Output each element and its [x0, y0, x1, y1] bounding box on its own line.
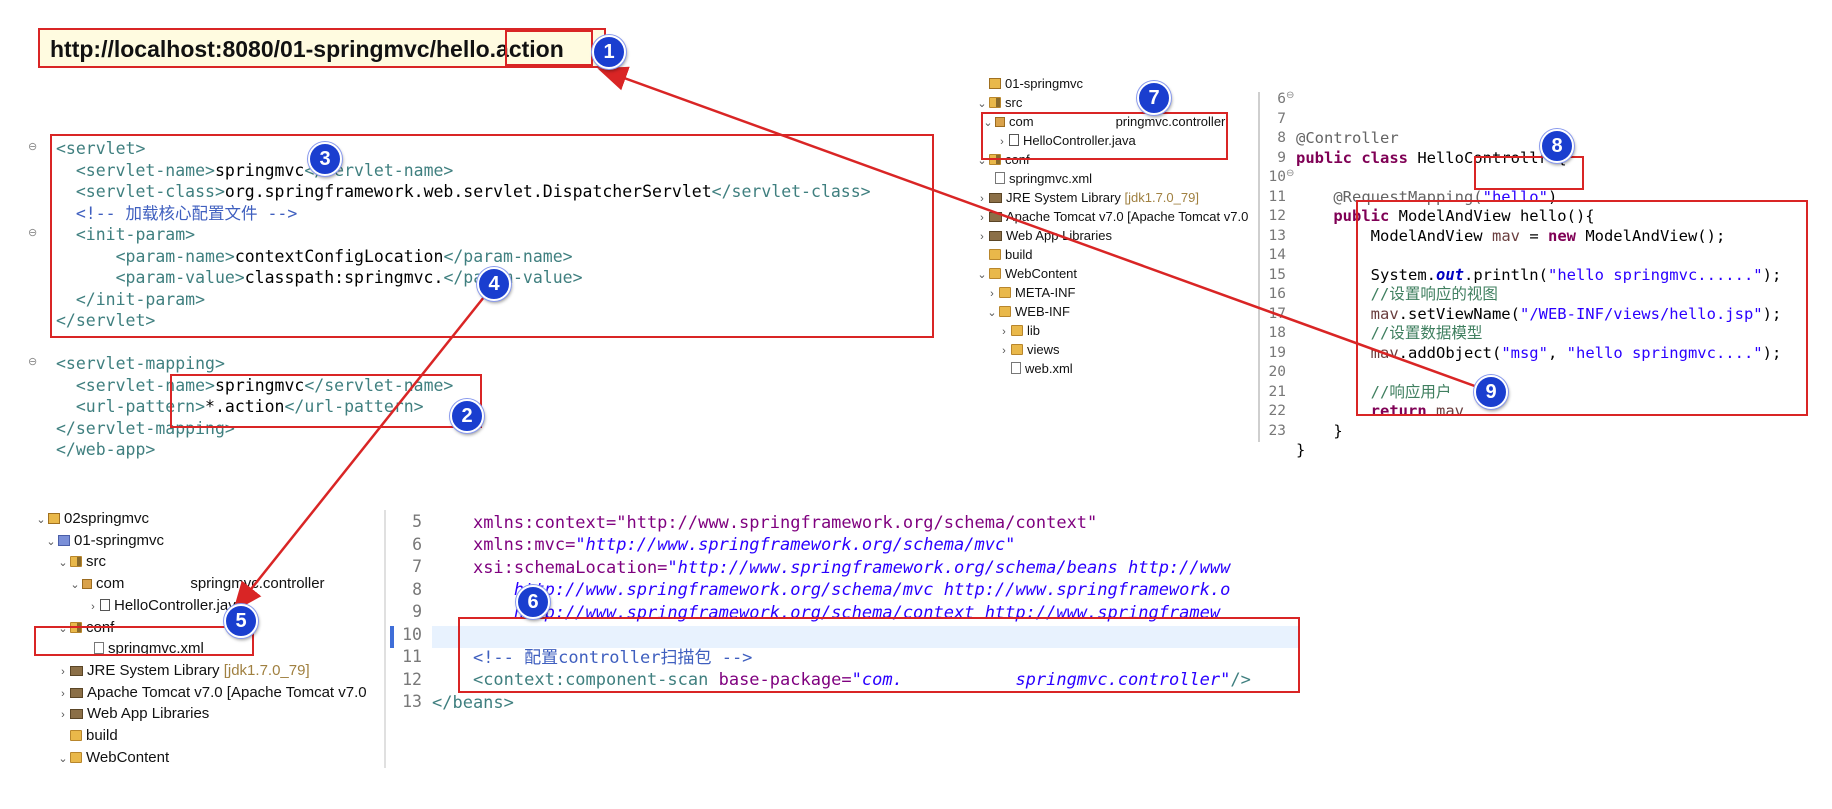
step-badge-7: 7 [1137, 81, 1171, 115]
arrow-9-to-1 [597, 66, 1495, 395]
step-badge-4: 4 [477, 267, 511, 301]
step-badge-2: 2 [450, 399, 484, 433]
arrow-4-to-5 [232, 291, 489, 612]
step-badge-8: 8 [1540, 129, 1574, 163]
step-badge-9: 9 [1474, 375, 1508, 409]
step-badge-5: 5 [224, 604, 258, 638]
arrow-overlay [232, 66, 1495, 612]
step-badge-6: 6 [516, 585, 550, 619]
step-badge-3: 3 [308, 142, 342, 176]
step-badge-1: 1 [592, 35, 626, 69]
